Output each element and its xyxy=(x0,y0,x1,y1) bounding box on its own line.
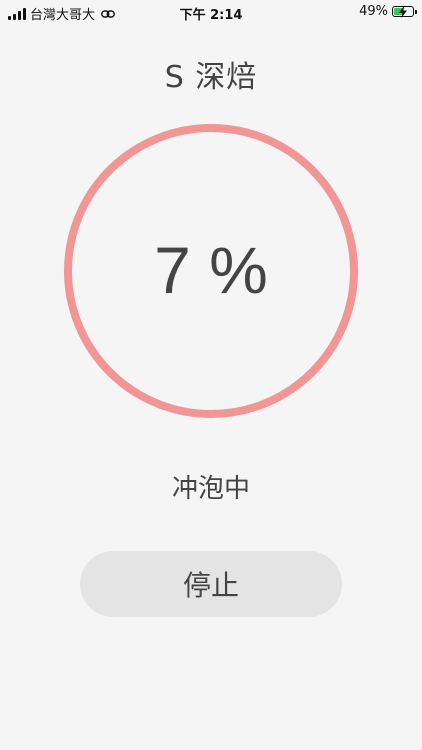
battery-percent: 49% xyxy=(359,4,388,19)
progress-ring: 7 % xyxy=(64,124,358,418)
page-title: S 深焙 xyxy=(164,60,258,95)
status-bar-right: 49% xyxy=(359,4,417,19)
progress-percent: 7 % xyxy=(154,233,268,307)
battery-charging-icon xyxy=(392,6,417,18)
stop-button[interactable]: 停止 xyxy=(80,551,342,617)
status-bar: 台灣大哥大 下午 2:14 49% xyxy=(0,0,422,24)
status-message: 冲泡中 xyxy=(171,474,250,504)
charging-bolt-icon xyxy=(399,6,407,18)
